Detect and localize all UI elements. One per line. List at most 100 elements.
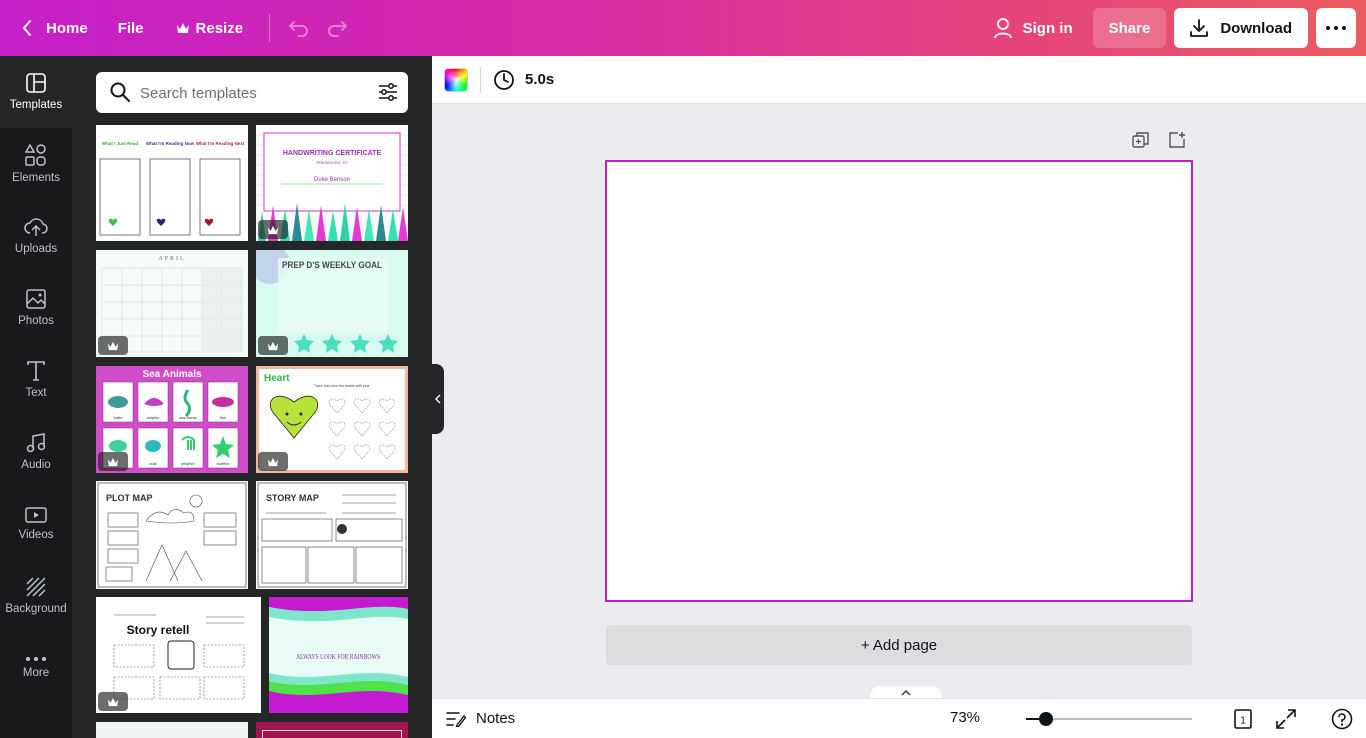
rail-label: Photos [18,315,54,327]
page-count-button[interactable]: 1 [1232,708,1254,734]
template-text: Story retell [127,623,190,637]
more-options-button[interactable] [1316,8,1356,48]
templates-icon [26,73,46,93]
search-icon [110,82,130,102]
zoom-slider-handle[interactable] [1038,712,1053,726]
redo-icon [328,21,347,37]
rail-item-uploads[interactable]: Uploads [0,200,72,272]
download-label: Download [1220,19,1292,37]
template-card[interactable] [256,722,408,738]
home-button[interactable]: Home [10,8,100,48]
rail-label: Background [5,603,67,615]
premium-badge [258,336,288,355]
photos-icon [26,289,46,309]
add-page-icon[interactable] [1168,131,1186,149]
rail-item-text[interactable]: Text [0,344,72,416]
notes-label: Notes [476,710,516,727]
design-page[interactable] [605,160,1193,602]
zoom-slider[interactable] [1026,712,1192,726]
premium-badge [98,452,128,471]
chevron-left-icon [22,20,31,36]
template-text: sea horse [179,415,197,420]
download-button[interactable]: Download [1174,8,1308,48]
template-text: Duke Benson [314,177,350,183]
templates-panel: What I Just Read What I'm Reading Now Wh… [72,56,432,738]
notes-icon [446,711,466,727]
videos-icon [25,507,47,523]
resize-label: Resize [195,19,244,37]
template-text: What I'm Reading Now [146,141,195,146]
template-card[interactable]: PREP D'S WEEKLY GOAL [256,250,408,357]
template-card[interactable]: Sea Animals turtle dolphin sea horse fis… [96,366,248,473]
color-picker-button[interactable] [444,67,468,92]
template-text: Sea Animals [142,369,202,380]
rail-item-photos[interactable]: Photos [0,272,72,344]
elements-icon [25,144,46,166]
fullscreen-button[interactable] [1275,708,1297,734]
template-text: APRIL [158,256,185,262]
template-text: Trace and color the hearts with pins. [314,384,370,388]
rail-item-templates[interactable]: Templates [0,56,72,128]
share-button[interactable]: Share [1092,8,1167,48]
expand-icon [1276,709,1296,729]
pages-icon: 1 [1234,709,1252,729]
timing-button[interactable]: 5.0s [493,69,554,91]
template-card[interactable]: HANDWRITING CERTIFICATE PRESENTED TO Duk… [256,125,408,241]
collapse-panel-button[interactable] [432,364,444,434]
template-card[interactable]: Story retell [96,597,261,713]
help-button[interactable] [1331,708,1353,734]
rail-item-elements[interactable]: Elements [0,128,72,200]
sign-in-button[interactable]: Sign in [981,8,1085,48]
template-thumbnail: STORY MAP [256,481,408,589]
template-text: ALWAYS LOOK FOR RAINBOWS [296,653,380,661]
rail-item-videos[interactable]: Videos [0,488,72,560]
rail-label: Uploads [14,243,58,255]
template-card[interactable]: What I Just Read What I'm Reading Now Wh… [96,125,248,241]
zoom-level[interactable]: 73% [950,709,980,726]
template-text: dolphin [147,415,160,420]
duplicate-page-icon[interactable] [1132,131,1150,149]
top-bar: Home File Resize Sign in Share Download [0,0,1366,56]
crown-icon [268,457,278,466]
search-bar [96,72,408,113]
rail-label: More [22,667,50,679]
sign-in-label: Sign in [1022,19,1073,37]
template-text: STORY MAP [266,493,319,503]
undo-button[interactable] [280,8,318,48]
file-menu-button[interactable]: File [106,8,156,48]
template-text: crab [149,461,158,466]
text-icon [27,361,45,381]
divider [480,66,481,93]
filter-icon[interactable] [378,82,398,102]
template-card[interactable]: PLOT MAP [96,481,248,589]
template-text: PLOT MAP [106,493,153,503]
rail-item-audio[interactable]: Audio [0,416,72,488]
download-icon [1190,19,1209,37]
rail-item-background[interactable]: Background [0,560,72,632]
template-card[interactable]: APRIL [96,250,248,357]
crown-icon [108,341,118,350]
template-card[interactable]: Heart Trace and color the hearts with pi… [256,366,408,473]
divider [269,14,271,42]
chevron-up-icon [901,690,911,696]
search-input[interactable] [140,82,360,104]
redo-button[interactable] [318,8,356,48]
template-card[interactable]: ALWAYS LOOK FOR RAINBOWS [269,597,408,713]
clock-icon [494,69,514,90]
rail-label: Videos [18,529,54,541]
ellipsis-icon [1326,26,1346,30]
more-icon [26,657,46,661]
template-card[interactable] [96,722,248,738]
notes-button[interactable]: Notes [446,710,515,727]
rail-item-more[interactable]: More [0,632,72,704]
timer-value: 5.0s [525,71,555,88]
add-page-button[interactable]: + Add page [606,625,1192,665]
resize-button[interactable]: Resize [164,8,256,48]
template-text: PRESENTED TO [317,160,348,165]
uploads-icon [24,218,48,236]
template-text: What I Just Read [102,141,139,146]
page-count: 1 [1240,716,1246,727]
rail-label: Templates [9,99,63,111]
background-icon [26,577,46,597]
template-card[interactable]: STORY MAP [256,481,408,589]
